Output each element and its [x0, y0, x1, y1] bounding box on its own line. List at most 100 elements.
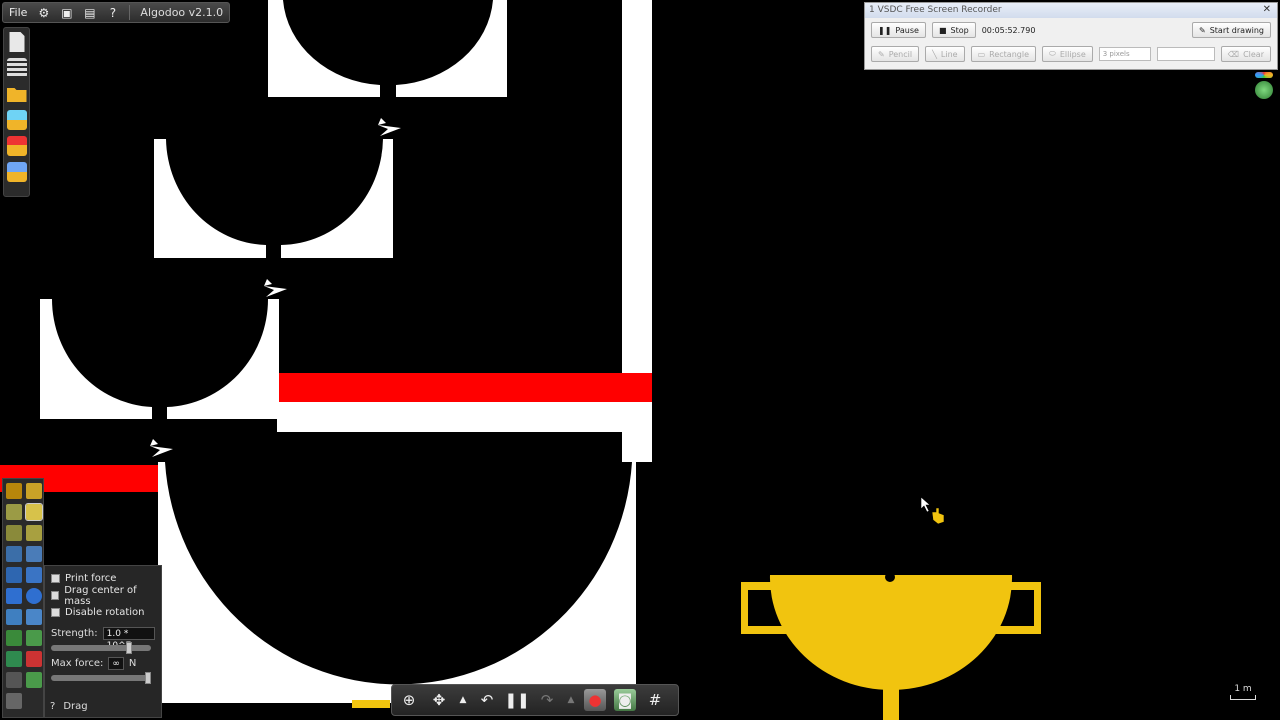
stop-button[interactable]: ■ Stop: [931, 22, 976, 38]
maxforce-slider[interactable]: [51, 672, 151, 684]
tracer-tool-icon[interactable]: [26, 651, 42, 667]
maxforce-slider-knob[interactable]: [145, 672, 151, 684]
hinge-tool-icon[interactable]: [6, 651, 22, 667]
drag-center-checkbox[interactable]: [51, 591, 60, 600]
thruster-tool-icon[interactable]: [6, 672, 22, 688]
recorder-title-bar: 1 VSDC Free Screen Recorder ✕: [865, 3, 1277, 18]
drag-center-option[interactable]: Drag center of mass: [51, 584, 155, 607]
yellow-block[interactable]: [352, 700, 390, 708]
simulation-control-bar: ⊕ ✥ ▲ ↶ ❚❚ ↷ ▲ ● ◙ #: [391, 684, 679, 716]
disable-rotation-option[interactable]: Disable rotation: [51, 604, 155, 621]
scale-bar: [1230, 695, 1256, 700]
disable-rotation-checkbox[interactable]: [51, 608, 60, 617]
help-icon[interactable]: ?: [106, 6, 119, 20]
simulation-canvas[interactable]: [0, 0, 1280, 720]
strength-slider-knob[interactable]: [126, 642, 132, 654]
plane-tool-icon[interactable]: [6, 609, 22, 625]
laser-tool-icon[interactable]: [26, 672, 42, 688]
chevron-up-icon[interactable]: ▲: [566, 689, 576, 711]
sketch-tool-icon[interactable]: [6, 483, 22, 499]
online-icon[interactable]: [6, 162, 27, 182]
ellipse-icon: ⬭: [1049, 49, 1056, 58]
move-tool-icon[interactable]: [6, 504, 22, 520]
grid-icon[interactable]: #: [644, 689, 666, 711]
pause-label: Pause: [895, 25, 919, 35]
close-icon[interactable]: ✕: [1263, 3, 1271, 17]
spring-tool-icon[interactable]: [6, 630, 22, 646]
strength-slider[interactable]: [51, 642, 151, 654]
save-icon[interactable]: [6, 136, 27, 156]
start-drawing-button[interactable]: ✎ Start drawing: [1192, 22, 1271, 38]
eraser-icon: ⌫: [1227, 49, 1240, 59]
pen-size-select[interactable]: 3 pixels: [1098, 47, 1152, 61]
red-beam-upper[interactable]: [279, 373, 652, 402]
stop-icon: ■: [938, 25, 947, 35]
rotate-tool-icon[interactable]: [6, 525, 22, 541]
box-tool-icon[interactable]: [6, 588, 22, 604]
drag-center-label: Drag center of mass: [64, 584, 137, 607]
tool-palette: [2, 478, 44, 718]
pencil-button[interactable]: ✎ Pencil: [871, 46, 920, 62]
ellipse-label: Ellipse: [1059, 49, 1086, 59]
undo-icon[interactable]: ↶: [476, 689, 498, 711]
cut-tool-icon[interactable]: [26, 483, 42, 499]
file-toolbar: [3, 27, 30, 197]
move-icon[interactable]: ✥: [428, 689, 450, 711]
gear-icon[interactable]: ⚙: [37, 6, 50, 20]
print-force-checkbox[interactable]: [51, 574, 60, 583]
maxforce-label: Max force:: [51, 657, 104, 669]
maxforce-input[interactable]: ∞: [108, 656, 124, 670]
rectangle-button[interactable]: ▭ Rectangle: [970, 46, 1036, 62]
globe-icon[interactable]: [1255, 81, 1273, 99]
rectangle-icon: ▭: [977, 49, 986, 59]
brush-tool-icon[interactable]: [6, 693, 22, 709]
knife-tool-icon[interactable]: [26, 546, 42, 562]
scale-label: 1 m: [1234, 684, 1252, 694]
scene-list-icon[interactable]: [6, 58, 27, 78]
redo-icon[interactable]: ↷: [536, 689, 558, 711]
scale-tool-icon[interactable]: [26, 525, 42, 541]
clear-label: Clear: [1243, 49, 1264, 59]
window-icon[interactable]: ▤: [83, 6, 96, 20]
pencil-icon: ✎: [878, 49, 885, 59]
pause-icon: ❚❚: [878, 25, 892, 35]
window-icon[interactable]: ▣: [60, 6, 73, 20]
disable-rotation-label: Disable rotation: [65, 607, 145, 618]
polygon-tool-icon[interactable]: [6, 567, 22, 583]
menu-file[interactable]: File: [9, 6, 27, 19]
pause-button[interactable]: ❚❚ Pause: [871, 22, 926, 38]
line-label: Line: [940, 49, 958, 59]
gear-shape-tool-icon[interactable]: [26, 567, 42, 583]
recording-timer: 00:05:52.790: [981, 25, 1036, 35]
drag-options-panel: Print force Drag center of mass Disable …: [44, 565, 162, 718]
shelf[interactable]: [277, 402, 652, 432]
help-icon[interactable]: ?: [50, 701, 55, 712]
ellipse-button[interactable]: ⬭ Ellipse: [1042, 46, 1093, 62]
stop-label: Stop: [950, 25, 969, 35]
pen-color-select[interactable]: [1157, 47, 1215, 61]
zoom-icon[interactable]: ⊕: [398, 689, 420, 711]
recorder-controls: ❚❚ Pause ■ Stop 00:05:52.790 ✎ Start drawin…: [865, 18, 1277, 42]
chain-tool-icon[interactable]: [26, 609, 42, 625]
strength-input[interactable]: 1.0 * 10^7: [102, 626, 155, 651]
pencil-icon: ✎: [1199, 25, 1206, 35]
recorder-drawing-tools: ✎ Pencil ╲ Line ▭ Rectangle ⬭ Ellipse 3 pixe…: [865, 42, 1277, 66]
main-menubar: File ⚙ ▣ ▤ ? Algodoo v2.1.0: [2, 2, 231, 23]
fixate-tool-icon[interactable]: [26, 630, 42, 646]
pause-icon[interactable]: ❚❚: [504, 689, 529, 711]
circle-tool-icon[interactable]: [26, 588, 42, 604]
phunlets-icon[interactable]: [6, 110, 27, 130]
right-toolbar: [1252, 72, 1276, 112]
rope-tool-icon[interactable]: [6, 546, 22, 562]
camera-icon[interactable]: ◙: [614, 689, 636, 711]
chevron-up-icon[interactable]: ▲: [458, 689, 468, 711]
active-tool-name: Drag: [63, 701, 88, 712]
color-wheel-icon[interactable]: [1255, 72, 1273, 78]
drag-tool-icon[interactable]: [25, 503, 43, 521]
clear-button[interactable]: ⌫ Clear: [1220, 46, 1271, 62]
open-folder-icon[interactable]: [6, 88, 27, 102]
record-icon[interactable]: ●: [584, 689, 606, 711]
new-scene-icon[interactable]: [9, 32, 25, 52]
line-button[interactable]: ╲ Line: [925, 46, 965, 62]
strength-field: Strength: 1.0 * 10^7: [51, 625, 155, 651]
